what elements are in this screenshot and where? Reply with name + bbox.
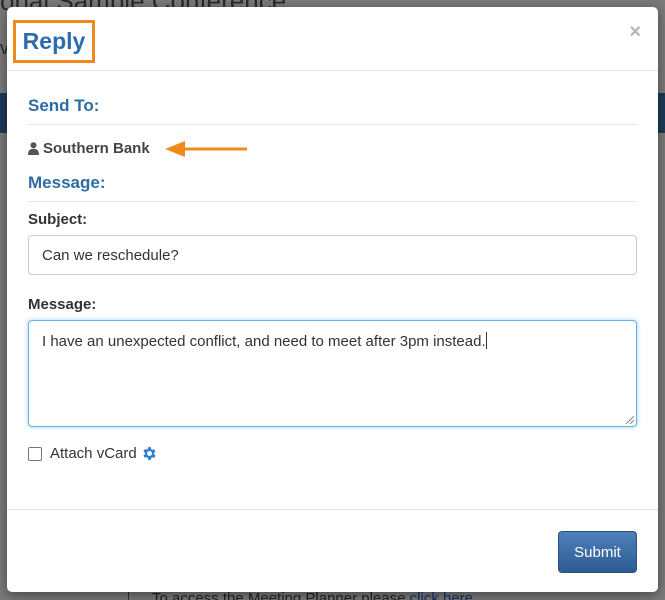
background-nav-bar-right bbox=[657, 93, 665, 133]
gear-icon[interactable] bbox=[141, 445, 158, 462]
modal-title: Reply bbox=[22, 28, 86, 54]
user-icon bbox=[28, 142, 39, 155]
modal-header: Reply × bbox=[7, 7, 658, 71]
subject-input[interactable]: Can we reschedule? bbox=[28, 235, 637, 275]
message-heading: Message: bbox=[28, 173, 637, 202]
recipient-name: Southern Bank bbox=[43, 140, 150, 157]
message-value: I have an unexpected conflict, and need … bbox=[42, 333, 486, 350]
annotation-arrow-icon bbox=[165, 141, 247, 157]
resize-grip-icon[interactable] bbox=[624, 414, 634, 424]
text-caret bbox=[485, 332, 487, 349]
send-to-heading: Send To: bbox=[28, 96, 637, 125]
recipient: Southern Bank bbox=[28, 140, 150, 157]
subject-label: Subject: bbox=[28, 211, 88, 228]
message-label: Message: bbox=[28, 296, 97, 313]
message-textarea[interactable]: I have an unexpected conflict, and need … bbox=[28, 320, 637, 427]
reply-modal: Reply × Send To: Southern Bank Message: … bbox=[7, 7, 658, 592]
submit-button[interactable]: Submit bbox=[558, 531, 637, 573]
title-highlight-box: Reply bbox=[13, 20, 95, 63]
attach-vcard-row: Attach vCard bbox=[28, 445, 158, 462]
attach-vcard-label[interactable]: Attach vCard bbox=[50, 445, 137, 462]
close-button[interactable]: × bbox=[629, 21, 641, 44]
subject-value: Can we reschedule? bbox=[42, 246, 179, 264]
attach-vcard-checkbox[interactable] bbox=[28, 446, 42, 461]
footer-divider bbox=[7, 509, 658, 510]
